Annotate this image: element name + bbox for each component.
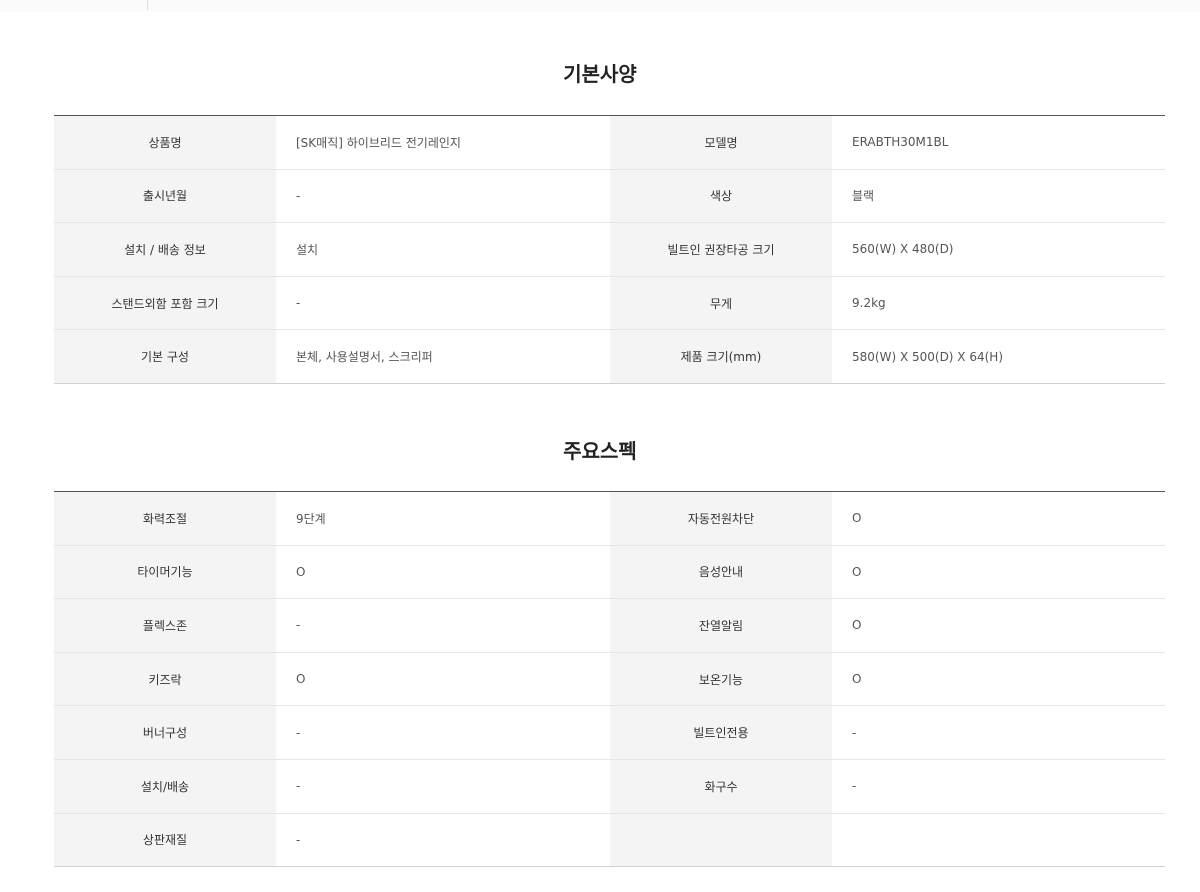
table-row: 기본 구성 본체, 사용설명서, 스크리퍼 제품 크기(mm) 580(W) X… <box>54 329 1165 384</box>
basic-spec-table: 상품명 [SK매직] 하이브리드 전기레인지 모델명 ERABTH30M1BL … <box>54 115 1165 384</box>
spec-label: 설치/배송 <box>54 759 276 814</box>
spec-value: ERABTH30M1BL <box>832 115 1165 170</box>
spec-label: 제품 크기(mm) <box>610 329 832 384</box>
spec-label: 색상 <box>610 169 832 224</box>
spec-value: O <box>276 545 610 600</box>
table-row: 상판재질 - <box>54 813 1165 867</box>
spec-label: 빌트인전용 <box>610 705 832 760</box>
spec-label: 상판재질 <box>54 813 276 867</box>
top-bar <box>0 0 1200 12</box>
table-row: 화력조절 9단계 자동전원차단 O <box>54 491 1165 546</box>
spec-label: 무게 <box>610 276 832 331</box>
main-spec-table: 화력조절 9단계 자동전원차단 O 타이머기능 O 음성안내 O 플렉스존 - … <box>54 491 1165 868</box>
spec-value: - <box>832 759 1165 814</box>
spec-value: - <box>276 813 610 867</box>
spec-value: - <box>276 705 610 760</box>
spec-label: 잔열알림 <box>610 598 832 653</box>
spec-value: 9.2kg <box>832 276 1165 331</box>
table-row: 버너구성 - 빌트인전용 - <box>54 705 1165 760</box>
spec-label: 자동전원차단 <box>610 491 832 546</box>
table-row: 설치 / 배송 정보 설치 빌트인 권장타공 크기 560(W) X 480(D… <box>54 222 1165 277</box>
spec-value: 설치 <box>276 222 610 277</box>
table-row: 타이머기능 O 음성안내 O <box>54 545 1165 600</box>
spec-value: 본체, 사용설명서, 스크리퍼 <box>276 329 610 384</box>
spec-value: - <box>276 276 610 331</box>
spec-value: O <box>832 491 1165 546</box>
spec-value: - <box>832 705 1165 760</box>
spec-value: 블랙 <box>832 169 1165 224</box>
spec-label <box>610 813 832 867</box>
spec-value: O <box>832 652 1165 707</box>
table-row: 스탠드외함 포함 크기 - 무게 9.2kg <box>54 276 1165 331</box>
spec-value: O <box>832 545 1165 600</box>
spec-label: 화력조절 <box>54 491 276 546</box>
spec-label: 타이머기능 <box>54 545 276 600</box>
spec-label: 보온기능 <box>610 652 832 707</box>
table-row: 키즈락 O 보온기능 O <box>54 652 1165 707</box>
spec-value: 560(W) X 480(D) <box>832 222 1165 277</box>
spec-label: 버너구성 <box>54 705 276 760</box>
spec-label: 설치 / 배송 정보 <box>54 222 276 277</box>
spec-label: 플렉스존 <box>54 598 276 653</box>
spec-label: 음성안내 <box>610 545 832 600</box>
spec-value: O <box>832 598 1165 653</box>
spec-label: 키즈락 <box>54 652 276 707</box>
spec-value: - <box>276 759 610 814</box>
basic-spec-title: 기본사양 <box>563 62 637 86</box>
table-row: 출시년월 - 색상 블랙 <box>54 169 1165 224</box>
spec-value: - <box>276 598 610 653</box>
spec-value: - <box>276 169 610 224</box>
spec-value: 9단계 <box>276 491 610 546</box>
spec-label: 빌트인 권장타공 크기 <box>610 222 832 277</box>
table-row: 상품명 [SK매직] 하이브리드 전기레인지 모델명 ERABTH30M1BL <box>54 115 1165 170</box>
spec-value: [SK매직] 하이브리드 전기레인지 <box>276 115 610 170</box>
spec-value: O <box>276 652 610 707</box>
spec-label: 출시년월 <box>54 169 276 224</box>
spec-label: 모델명 <box>610 115 832 170</box>
spec-label: 기본 구성 <box>54 329 276 384</box>
table-row: 설치/배송 - 화구수 - <box>54 759 1165 814</box>
spec-value: 580(W) X 500(D) X 64(H) <box>832 329 1165 384</box>
spec-value <box>832 813 1165 867</box>
top-divider <box>147 0 148 10</box>
spec-label: 상품명 <box>54 115 276 170</box>
spec-label: 화구수 <box>610 759 832 814</box>
main-spec-title: 주요스펙 <box>563 439 637 463</box>
spec-label: 스탠드외함 포함 크기 <box>54 276 276 331</box>
table-row: 플렉스존 - 잔열알림 O <box>54 598 1165 653</box>
